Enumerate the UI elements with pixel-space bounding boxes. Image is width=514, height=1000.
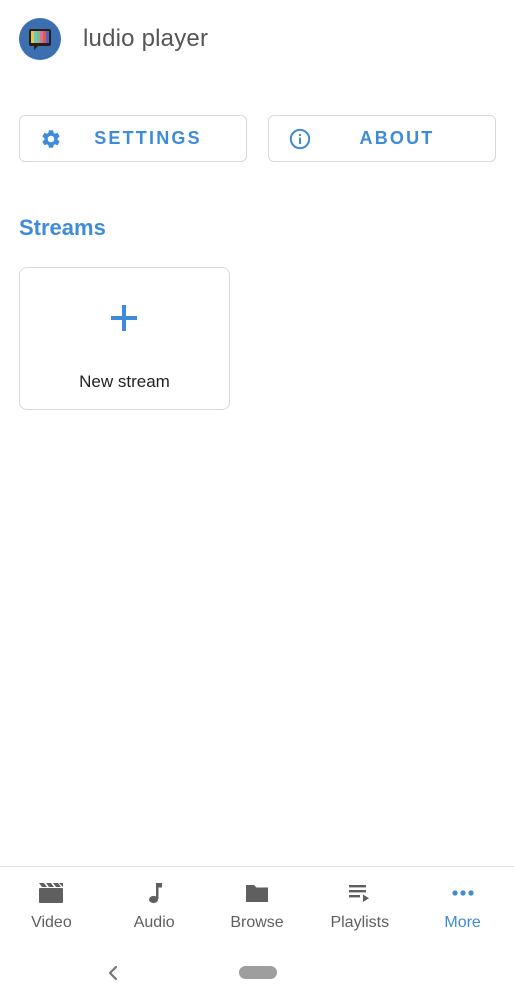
system-navigation-bar <box>0 946 514 1000</box>
nav-item-browse[interactable]: Browse <box>206 867 309 947</box>
nav-label: Browse <box>230 914 284 931</box>
nav-item-video[interactable]: Video <box>0 867 103 947</box>
app-header: ludio player <box>19 18 208 60</box>
gear-icon <box>40 128 62 150</box>
music-note-icon <box>141 881 167 905</box>
streams-section-title: Streams <box>19 215 106 240</box>
nav-item-playlists[interactable]: Playlists <box>308 867 411 947</box>
app-title: ludio player <box>83 25 209 52</box>
home-pill-button[interactable] <box>239 966 277 979</box>
app-screen: ludio player SETTINGS ABOUT Streams New … <box>0 0 514 1000</box>
more-dots-icon <box>450 881 476 905</box>
new-stream-label: New stream <box>79 372 170 391</box>
tv-logo-icon <box>19 18 61 60</box>
new-stream-card[interactable]: New stream <box>19 267 230 410</box>
plus-icon <box>109 303 139 333</box>
nav-item-more[interactable]: More <box>411 867 514 947</box>
clapperboard-icon <box>38 881 64 905</box>
about-button[interactable]: ABOUT <box>268 115 496 162</box>
settings-button[interactable]: SETTINGS <box>19 115 247 162</box>
nav-label: More <box>444 914 481 931</box>
nav-label: Video <box>31 914 72 931</box>
playlist-icon <box>347 881 373 905</box>
info-icon <box>289 128 311 150</box>
back-chevron-icon[interactable] <box>105 963 121 983</box>
nav-item-audio[interactable]: Audio <box>103 867 206 947</box>
nav-label: Playlists <box>330 914 390 931</box>
folder-icon <box>244 881 270 905</box>
nav-label: Audio <box>133 914 175 931</box>
bottom-navigation: Video Audio Browse Playlists More <box>0 866 514 947</box>
